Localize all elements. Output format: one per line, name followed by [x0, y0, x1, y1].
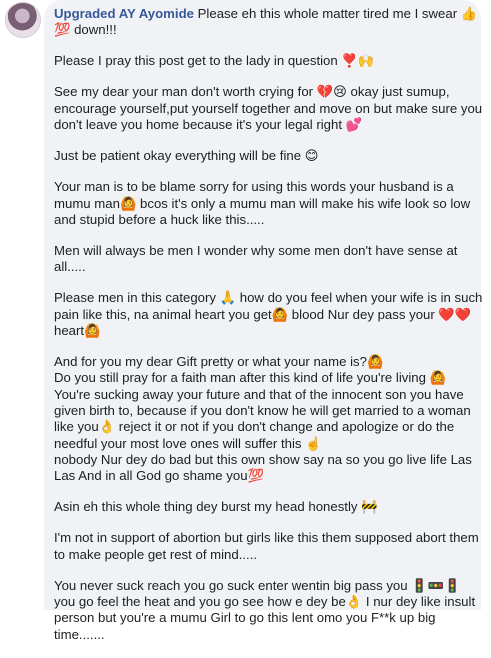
comment-paragraph-10: I'm not in support of abortion but girls…: [54, 530, 479, 562]
comment-paragraph-5: Your man is to be blame sorry for using …: [54, 179, 471, 227]
comment-paragraph-6: Men will always be men I wonder why some…: [54, 242, 458, 275]
comment-paragraph-8: And for you my dear Gift pretty or what …: [54, 354, 472, 484]
comment-body: Upgraded AY Ayomide Please eh this whole…: [54, 6, 484, 658]
comment-paragraph-1: Upgraded AY Ayomide Please eh this whole…: [54, 6, 484, 39]
comment-paragraph-9: Asin eh this whole thing dey burst my he…: [54, 499, 378, 515]
author-name[interactable]: Upgraded AY Ayomide: [54, 6, 194, 21]
comment-paragraph-7: Please men in this category 🙏 how do you…: [54, 290, 483, 338]
comment-paragraph-2: Please I pray this post get to the lady …: [54, 53, 375, 69]
comment-paragraph-3: See my dear your man don't worth crying …: [54, 84, 483, 133]
comment-paragraph-4: Just be patient okay everything will be …: [54, 148, 319, 164]
avatar[interactable]: [5, 2, 41, 38]
comment-paragraph-11: You never suck reach you go suck enter w…: [54, 577, 476, 642]
